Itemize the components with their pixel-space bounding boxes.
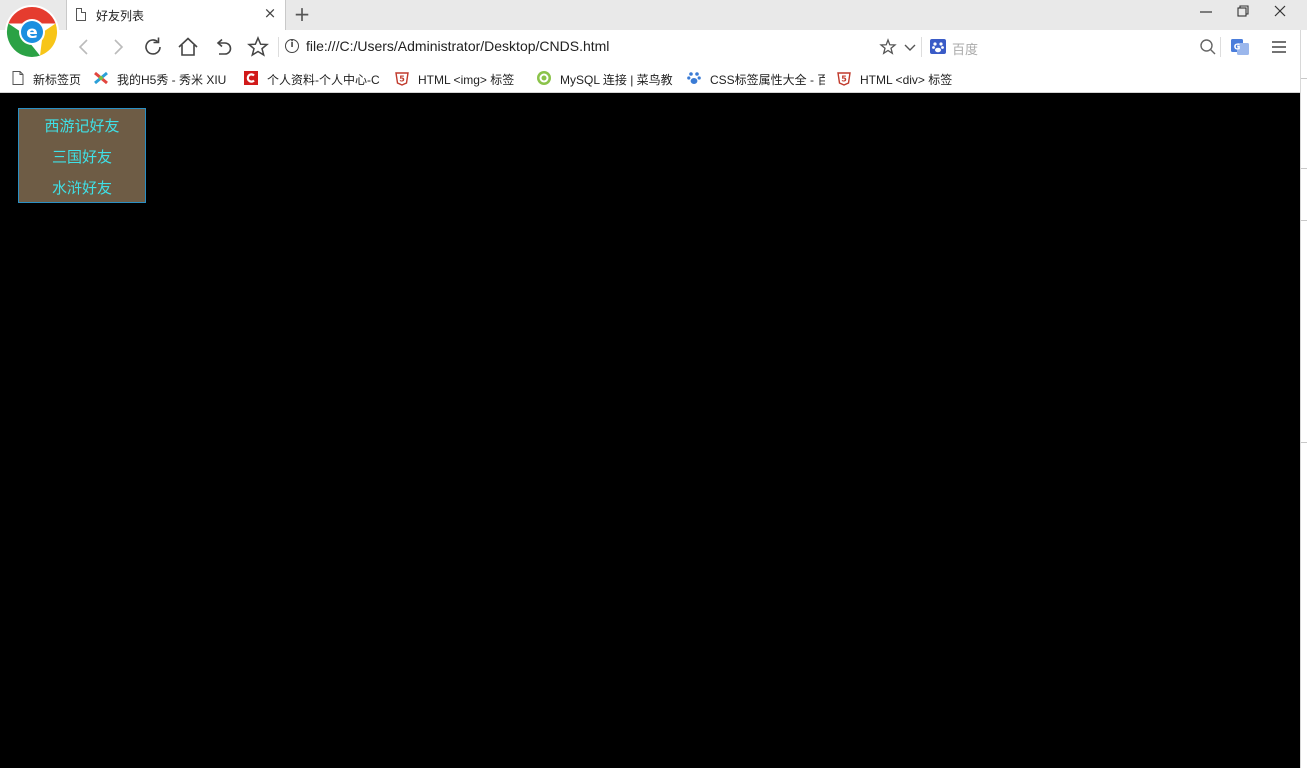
bookmark-star-icon[interactable] <box>876 35 900 59</box>
search-icon[interactable] <box>1196 35 1220 59</box>
favorites-star-icon[interactable] <box>246 35 270 59</box>
translate-icon[interactable]: G <box>1228 35 1252 59</box>
friend-link-sanguo[interactable]: 三国好友 <box>19 145 145 176</box>
bookmark-item[interactable]: 我的H5秀 - 秀米 XIU <box>117 71 230 87</box>
address-bar-url[interactable]: file:///C:/Users/Administrator/Desktop/C… <box>306 38 609 54</box>
chevron-down-icon[interactable] <box>898 35 922 59</box>
page-content: 西游记好友 三国好友 水浒好友 <box>0 93 1300 768</box>
tab-close-icon[interactable]: × <box>263 6 277 21</box>
undo-icon[interactable] <box>211 35 235 59</box>
minimize-button[interactable] <box>1194 4 1218 24</box>
bookmark-item[interactable]: 个人资料-个人中心-C <box>267 71 380 87</box>
tab-title: 好友列表 <box>96 9 145 23</box>
svg-text:e: e <box>26 23 38 43</box>
bookmark-item[interactable]: HTML <div> 标签 <box>860 71 970 87</box>
minimize-icon <box>1200 11 1212 13</box>
forward-icon[interactable] <box>106 35 130 59</box>
title-bar: 好友列表 × + <box>0 0 1307 31</box>
tab-active[interactable]: 好友列表 × <box>66 0 286 31</box>
svg-text:5: 5 <box>841 75 847 84</box>
new-tab-button[interactable]: + <box>292 4 312 24</box>
bookmark-item[interactable]: MySQL 连接 | 菜鸟教 <box>560 71 674 87</box>
friend-link-xiyouji[interactable]: 西游记好友 <box>19 114 145 145</box>
friend-list-menu: 西游记好友 三国好友 水浒好友 <box>18 108 146 203</box>
restore-button[interactable] <box>1231 4 1255 24</box>
w3school-icon: 5 <box>395 72 409 86</box>
navigation-bar: i file:///C:/Users/Administrator/Desktop… <box>0 30 1307 64</box>
bookmark-item[interactable]: HTML <img> 标签 <box>418 71 526 87</box>
baidu-paw-icon <box>930 39 946 54</box>
restore-icon <box>1237 5 1249 17</box>
xiumi-icon <box>94 71 108 85</box>
back-icon[interactable] <box>72 35 96 59</box>
menu-icon[interactable] <box>1267 35 1291 59</box>
svg-text:G: G <box>1234 43 1241 52</box>
runoob-icon <box>537 71 551 85</box>
close-icon <box>1274 5 1286 17</box>
bookmark-item[interactable]: CSS标签属性大全 - 百 <box>710 71 825 87</box>
separator <box>921 37 922 57</box>
bookmark-item[interactable]: 新标签页 <box>33 71 85 87</box>
home-icon[interactable] <box>176 35 200 59</box>
bookmarks-bar: 新标签页 我的H5秀 - 秀米 XIU 个人资料-个人中心-C 5 HTML <… <box>0 64 1307 93</box>
search-input[interactable]: 百度 <box>952 39 978 58</box>
baidu-paw-icon <box>687 72 701 84</box>
separator <box>278 37 279 57</box>
scrollbar[interactable] <box>1300 30 1307 768</box>
page-icon <box>76 8 86 21</box>
page-icon <box>12 71 24 85</box>
friend-link-shuihu[interactable]: 水浒好友 <box>19 176 145 207</box>
site-info-icon[interactable]: i <box>285 39 299 53</box>
close-window-button[interactable] <box>1268 4 1292 24</box>
reload-icon[interactable] <box>141 35 165 59</box>
csdn-icon <box>244 71 258 85</box>
svg-text:5: 5 <box>399 75 405 84</box>
browser-logo-icon[interactable]: e <box>4 4 60 60</box>
separator <box>1220 37 1221 57</box>
w3school-icon: 5 <box>837 72 851 86</box>
